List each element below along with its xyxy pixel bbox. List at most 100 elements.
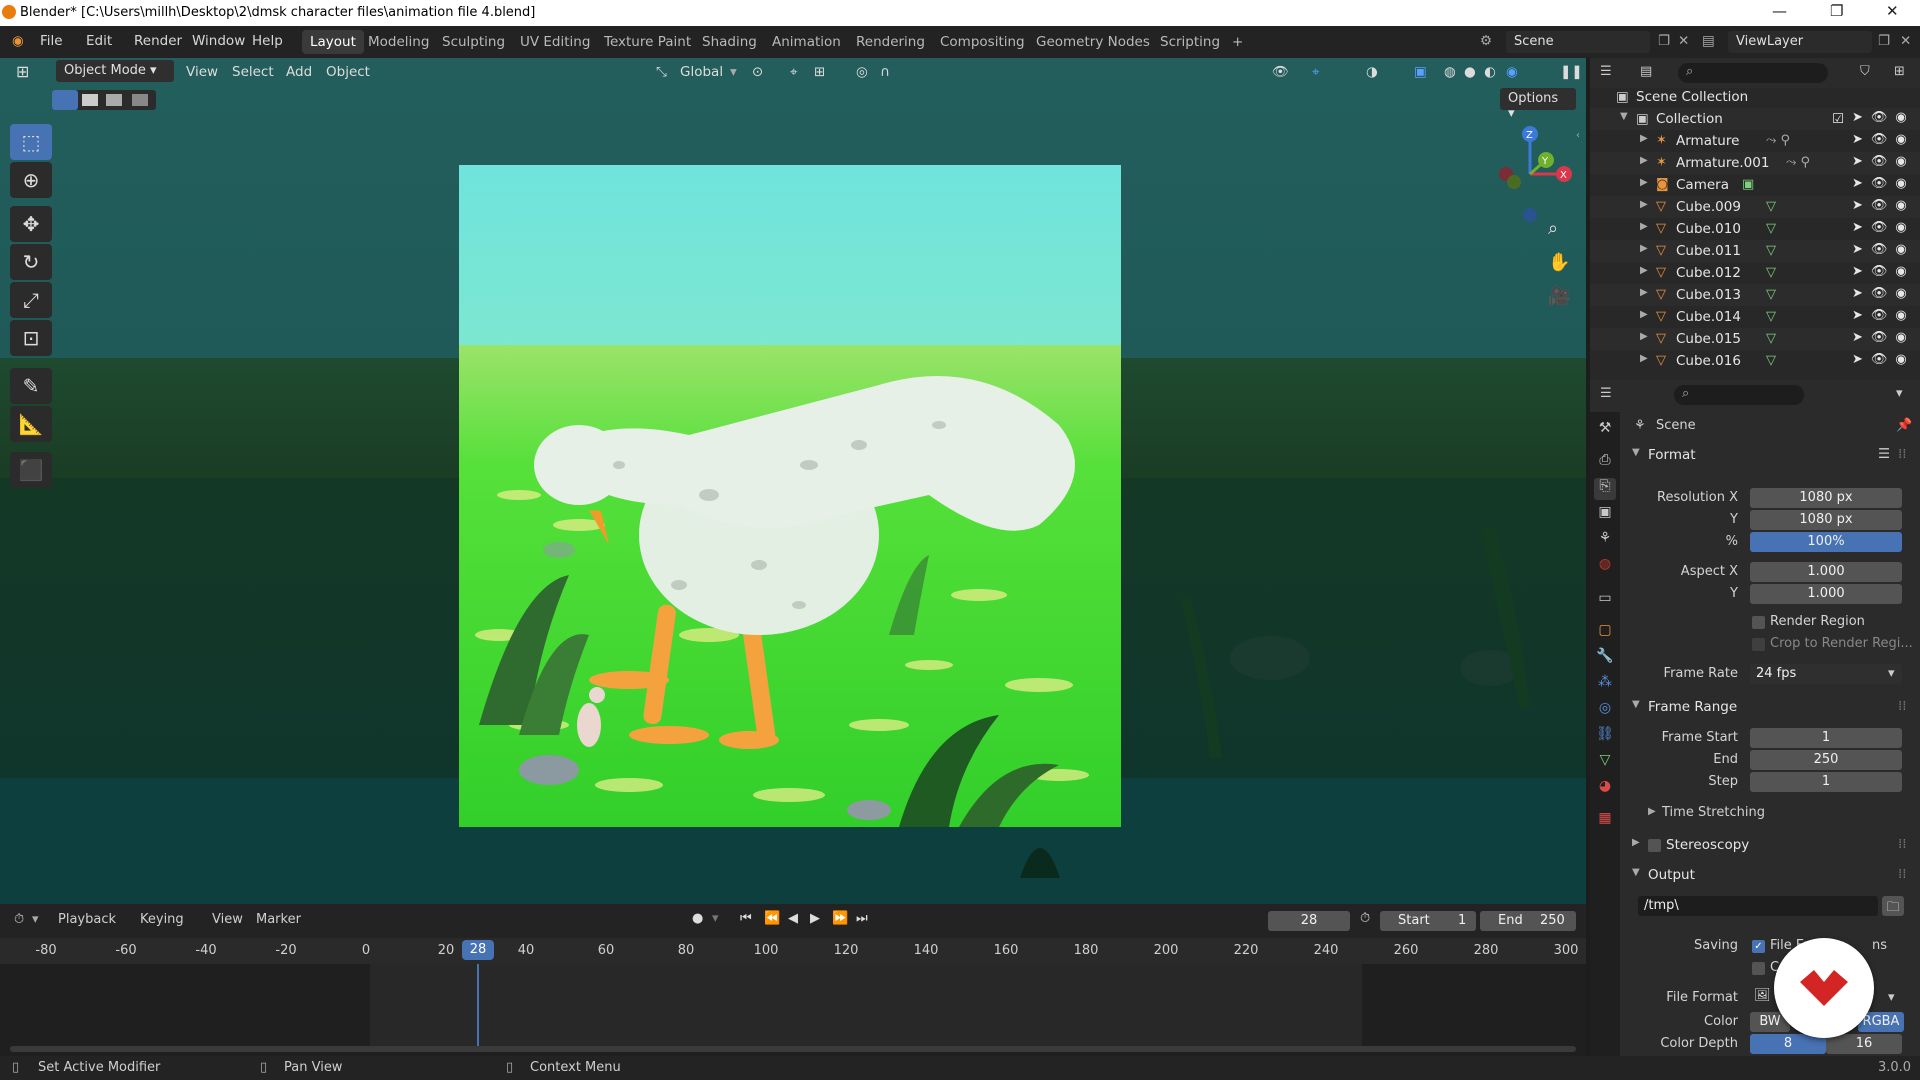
tab-scripting[interactable]: Scripting [1152,30,1228,54]
collapse-icon[interactable]: ▼ [1632,699,1640,710]
tab-geometry-nodes[interactable]: Geometry Nodes [1028,30,1158,54]
tool-cursor[interactable]: ⊕ [10,162,52,198]
frame-step-field[interactable]: 1 [1750,772,1902,792]
item-visibility-icons[interactable]: ➤👁◉ [1852,154,1915,169]
outliner-item-cube-012[interactable]: ▶ ▽ Cube.012 ▽ ➤👁◉ [1590,262,1920,284]
tool-rotate[interactable]: ↻ [10,244,52,280]
stereoscopy-checkbox[interactable] [1648,839,1661,852]
jump-end-icon[interactable]: ⏭ [856,911,868,926]
properties-editor[interactable]: ☰ ⌕ ▾ ⚒ ⎙ ⎘ ▣ ⚘ ◍ ▭ ▢ 🔧 ⁂ ◎ ⛓ ▽ ◕ ▦ ⚘ Sc… [1590,380,1920,1056]
outliner-editor-type-icon[interactable]: ☰ [1600,64,1612,79]
maximize-button[interactable]: ❐ [1830,2,1843,20]
visibility-icon[interactable]: 👁 [1272,64,1289,80]
frame-start-field[interactable]: 1 [1750,728,1902,748]
timeline-menu-keying[interactable]: Keying [140,912,184,927]
tab-physics-icon[interactable]: ◎ [1594,700,1616,722]
scene-field[interactable]: Scene [1506,31,1650,53]
pin-icon[interactable]: 📌 [1896,418,1912,433]
panel-stereoscopy-header[interactable]: ▶ Stereoscopy ⁞⁞ [1628,834,1912,858]
overlay-toggle-icon[interactable]: ◑ [1366,64,1378,80]
play-reverse-icon[interactable]: ◀ [788,911,798,926]
proportional-falloff-icon[interactable]: ∩ [880,64,890,80]
xray-toggle-icon[interactable]: ▣ [1414,64,1427,80]
transform-orientation-dropdown[interactable]: Global [680,64,723,80]
close-button[interactable]: ✕ [1886,2,1899,20]
expand-icon[interactable]: ▶ [1640,309,1648,320]
pivot-point-icon[interactable]: ⊙ [752,64,763,80]
timeline-menu-marker[interactable]: Marker [256,912,301,927]
expand-icon[interactable]: ▶ [1640,199,1648,210]
properties-editor-type-icon[interactable]: ☰ [1600,386,1612,401]
play-icon[interactable]: ▶ [810,911,820,926]
timeline-frame-range-area[interactable] [370,964,1362,1048]
drag-handle-icon[interactable]: ⁞⁞ [1898,698,1907,714]
outliner-search-input[interactable]: ⌕ [1678,63,1828,83]
select-mode-new-icon[interactable] [52,90,78,110]
menu-help[interactable]: Help [252,33,283,49]
select-mode-subtract-icon[interactable] [106,94,122,106]
select-mode-intersect-icon[interactable] [132,94,148,106]
menu-edit[interactable]: Edit [86,33,112,49]
frame-rate-dropdown[interactable]: 24 fps ▾ [1750,664,1902,684]
drag-handle-icon[interactable]: ⁞⁞ [1898,836,1907,852]
blender-menu-icon[interactable]: ◉ [12,33,24,49]
timeline-menu-view[interactable]: View [212,912,243,927]
outliner-item-cube-014[interactable]: ▶ ▽ Cube.014 ▽ ➤👁◉ [1590,306,1920,328]
playhead-frame-indicator[interactable]: 28 [462,940,494,960]
timeline-scrollbar[interactable] [10,1046,1576,1052]
transform-orientation-icon[interactable]: ⤡ [656,64,667,80]
mode-dropdown[interactable]: Object Mode ▾ [56,60,174,82]
tab-texture-icon[interactable]: ▦ [1594,810,1616,832]
viewport-menu-view[interactable]: View [186,64,218,80]
collapse-icon[interactable]: ▼ [1632,447,1640,458]
end-frame-field[interactable]: End 250 [1480,911,1576,931]
tool-measure[interactable]: 📐 [10,406,52,442]
zoom-icon[interactable]: ⌕ [1548,218,1558,239]
item-visibility-icons[interactable]: ➤👁◉ [1852,286,1915,301]
file-extensions-checkbox[interactable]: ✓ [1752,940,1765,953]
snap-target-icon[interactable]: ⊞ [814,64,825,80]
time-stretching-subpanel[interactable]: ▶ Time Stretching [1648,804,1898,826]
expand-icon[interactable]: ▶ [1632,837,1640,848]
item-visibility-icons[interactable]: ➤👁◉ [1852,330,1915,345]
tab-layout[interactable]: Layout [302,30,364,54]
preview-range-icon[interactable]: ⏱ [1360,911,1370,926]
properties-search-input[interactable]: ⌕ [1674,385,1804,405]
tab-rendering[interactable]: Rendering [848,30,933,54]
tab-compositing[interactable]: Compositing [932,30,1033,54]
pause-render-icon[interactable]: ❚❚ [1560,64,1583,80]
menu-file[interactable]: File [40,33,63,49]
outliner-display-mode-icon[interactable]: ▤ [1640,64,1652,79]
expand-icon[interactable]: ▶ [1640,155,1648,166]
viewport-menu-add[interactable]: Add [286,64,312,80]
chevron-down-icon[interactable]: ▾ [1888,990,1895,1005]
item-visibility-icons[interactable]: ➤👁◉ [1852,308,1915,323]
frame-end-field[interactable]: 250 [1750,750,1902,770]
tool-scale[interactable]: ⤢ [10,282,52,318]
tool-annotate[interactable]: ✎ [10,368,52,404]
panel-frame-range-header[interactable]: ▼ Frame Range ⁞⁞ [1628,696,1912,720]
expand-icon[interactable]: ▶ [1640,265,1648,276]
sidebar-toggle-icon[interactable]: ‹ [1576,130,1580,141]
item-visibility-icons[interactable]: ➤👁◉ [1852,176,1915,191]
res-y-field[interactable]: 1080 px [1750,510,1902,530]
tool-add-cube[interactable]: ⬛ [10,452,52,488]
aspect-y-field[interactable]: 1.000 [1750,584,1902,604]
tool-transform[interactable]: ⊡ [10,320,52,356]
outliner-item-cube-013[interactable]: ▶ ▽ Cube.013 ▽ ➤👁◉ [1590,284,1920,306]
chevron-down-icon[interactable]: ▾ [32,912,39,927]
shading-material-icon[interactable]: ◐ [1484,64,1496,80]
expand-icon[interactable]: ▶ [1640,353,1648,364]
pan-hand-icon[interactable]: ✋ [1548,252,1570,273]
outliner-scene-collection[interactable]: ▣ Scene Collection [1590,86,1920,108]
tab-object-icon[interactable]: ▢ [1594,622,1616,644]
gizmo-neg-y[interactable] [1507,175,1521,189]
start-frame-field[interactable]: Start 1 [1380,911,1476,931]
tab-sculpting[interactable]: Sculpting [434,30,513,54]
proportional-edit-icon[interactable]: ◎ [856,64,868,80]
properties-options-icon[interactable]: ▾ [1896,386,1903,401]
viewport-menu-object[interactable]: Object [326,64,370,80]
outliner-item-cube-009[interactable]: ▶ ▽ Cube.009 ▽ ➤👁◉ [1590,196,1920,218]
aspect-x-field[interactable]: 1.000 [1750,562,1902,582]
new-viewlayer-icon[interactable]: ❐ [1878,33,1890,49]
